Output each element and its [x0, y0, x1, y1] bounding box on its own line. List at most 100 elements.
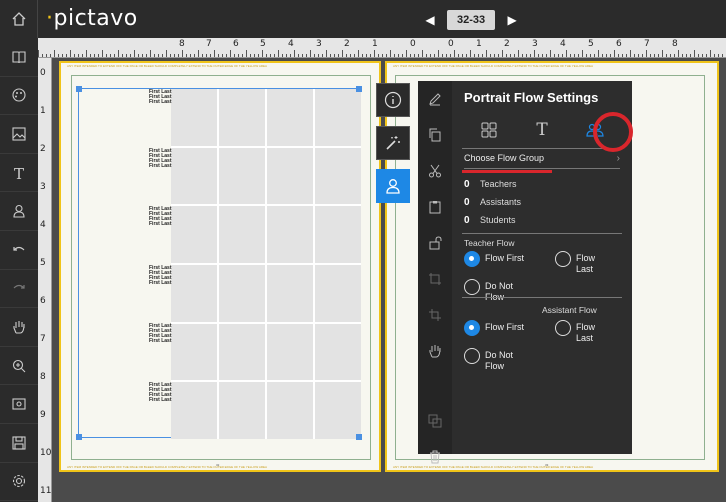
portrait-cell[interactable]	[267, 323, 313, 381]
lock-button[interactable]	[418, 225, 452, 261]
ruler-tick	[594, 54, 595, 57]
bleed-notice: ANY ITEM INTENDED TO EXTEND OFF THE PAGE…	[393, 64, 594, 68]
chevron-left-icon[interactable]: ◀	[423, 13, 437, 27]
info-button[interactable]	[376, 83, 410, 117]
resize-handle[interactable]	[356, 434, 362, 440]
save-button[interactable]	[0, 424, 38, 463]
images-button[interactable]	[0, 115, 38, 154]
frame-crop-button[interactable]	[418, 297, 452, 333]
settings-button[interactable]	[0, 463, 38, 502]
count-assistants: 0 Assistants	[464, 197, 522, 208]
portrait-cell[interactable]	[315, 147, 361, 205]
portrait-cell[interactable]	[219, 147, 265, 205]
portrait-cell[interactable]	[315, 265, 361, 322]
portrait-cell[interactable]	[219, 89, 265, 146]
radio-label: Do Not Flow	[485, 350, 514, 371]
grid-crop-icon	[429, 309, 441, 321]
portrait-cell[interactable]	[315, 382, 361, 439]
magic-wand-button[interactable]	[376, 126, 410, 160]
portrait-cell[interactable]	[171, 206, 217, 263]
portrait-cell[interactable]	[267, 147, 313, 205]
page-number-label[interactable]: 32-33	[447, 10, 496, 30]
teacher-do-not-flow-radio[interactable]: Do Not Flow	[464, 279, 524, 303]
portrait-cell[interactable]	[171, 382, 217, 439]
choose-flow-group-label: Choose Flow Group	[464, 153, 545, 163]
portrait-cell[interactable]	[171, 323, 217, 381]
portrait-flow-button[interactable]	[376, 169, 410, 203]
hand-icon	[13, 320, 25, 334]
ruler-tick	[682, 54, 683, 57]
preview-button[interactable]	[0, 385, 38, 424]
ruler-tick	[294, 50, 295, 57]
portrait-flow-panel: Portrait Flow Settings T Choose Flow Gro…	[418, 81, 633, 464]
zoom-button[interactable]	[0, 347, 38, 386]
portrait-cell[interactable]	[171, 89, 217, 146]
ruler-tick	[630, 50, 631, 57]
edit-button[interactable]	[418, 81, 452, 117]
radio-label: Flow First	[485, 322, 524, 332]
ruler-tick	[534, 50, 535, 57]
portrait-cell[interactable]	[315, 206, 361, 263]
portrait-cell[interactable]	[219, 206, 265, 263]
grid-tab[interactable]	[474, 115, 504, 145]
book-button[interactable]	[0, 38, 38, 77]
ruler-tick	[626, 54, 627, 57]
portrait-cell[interactable]	[219, 265, 265, 322]
ruler-tick	[610, 54, 611, 57]
teacher-flow-last-radio[interactable]: Flow Last	[555, 251, 615, 275]
ruler-tick	[546, 54, 547, 57]
ruler-tick	[94, 54, 95, 57]
layers-button[interactable]	[418, 403, 452, 439]
portrait-grid[interactable]: First Last First Last First Last First Last…	[76, 86, 362, 440]
home-button[interactable]	[0, 0, 38, 38]
chevron-right-icon[interactable]: ▶	[505, 13, 519, 27]
resize-handle[interactable]	[356, 86, 362, 92]
ruler-label: 10	[40, 448, 52, 458]
ruler-tick	[538, 54, 539, 57]
ruler-tick	[130, 54, 131, 57]
assistant-flow-first-radio[interactable]: Flow First	[464, 320, 524, 336]
pan-button[interactable]	[0, 308, 38, 347]
redo-button[interactable]	[0, 270, 38, 309]
assistant-flow-last-radio[interactable]: Flow Last	[555, 320, 615, 344]
ruler-tick	[306, 54, 307, 57]
portrait-cell[interactable]	[267, 206, 313, 263]
portraits-button[interactable]	[0, 192, 38, 231]
portrait-cell[interactable]	[267, 265, 313, 322]
ruler-tick	[138, 54, 139, 57]
settings-icon	[12, 475, 26, 488]
text-tab[interactable]: T	[527, 115, 557, 145]
portrait-cell[interactable]	[171, 265, 217, 322]
portrait-cell[interactable]	[219, 382, 265, 439]
backgrounds-button[interactable]	[0, 77, 38, 116]
hand-stop-button[interactable]	[418, 333, 452, 369]
resize-handle[interactable]	[76, 86, 82, 92]
ruler-label: 0	[410, 39, 416, 49]
portrait-cell[interactable]	[315, 89, 361, 146]
cut-button[interactable]	[418, 153, 452, 189]
crop-button[interactable]	[418, 261, 452, 297]
delete-button[interactable]	[418, 439, 452, 475]
portrait-cell[interactable]	[315, 323, 361, 381]
portrait-cell[interactable]	[171, 147, 217, 205]
radio-dot	[464, 279, 480, 295]
portrait-cell[interactable]	[219, 323, 265, 381]
text-button[interactable]: T	[0, 154, 38, 193]
ruler-label: 1	[372, 39, 378, 49]
teacher-flow-first-radio[interactable]: Flow First	[464, 251, 524, 267]
paste-button[interactable]	[418, 189, 452, 225]
portrait-cell[interactable]	[267, 382, 313, 439]
teacher-flow-label: Teacher Flow	[464, 238, 515, 248]
ruler-tick	[254, 54, 255, 57]
ruler-tick	[302, 54, 303, 57]
portrait-cell[interactable]	[267, 89, 313, 146]
left-page[interactable]: ANY ITEM INTENDED TO EXTEND OFF THE PAGE…	[59, 61, 381, 472]
copy-button[interactable]	[418, 117, 452, 153]
undo-button[interactable]	[0, 231, 38, 270]
choose-flow-group[interactable]: Choose Flow Group ›	[464, 153, 620, 169]
ruler-tick	[62, 54, 63, 57]
assistant-do-not-flow-radio[interactable]: Do Not Flow	[464, 348, 524, 372]
resize-handle[interactable]	[76, 434, 82, 440]
ruler-tick	[202, 54, 203, 57]
ruler-tick	[78, 54, 79, 57]
